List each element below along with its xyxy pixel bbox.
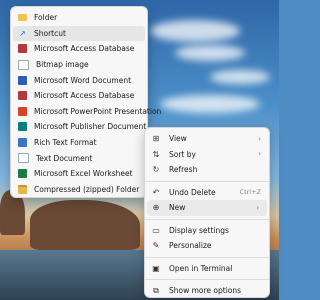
access-icon xyxy=(18,91,27,101)
display-settings-item[interactable]: ▭ Display settings xyxy=(145,223,269,239)
undo-shortcut: Ctrl+Z xyxy=(239,188,261,197)
chevron-right-icon: › xyxy=(258,134,261,143)
display-icon: ▭ xyxy=(152,225,160,235)
new-shortcut-item[interactable]: ↗ Shortcut xyxy=(13,25,145,42)
folder-icon xyxy=(18,14,27,22)
new-zip-folder-label: Compressed (zipped) Folder xyxy=(34,184,140,194)
access-icon xyxy=(18,44,27,54)
grid-icon: ⊞ xyxy=(152,134,160,144)
powerpoint-icon xyxy=(18,106,27,116)
new-text-document-item[interactable]: Text Document xyxy=(11,150,147,166)
new-rtf-label: Rich Text Format xyxy=(34,138,97,148)
new-submenu: Folder ↗ Shortcut Microsoft Access Datab… xyxy=(10,6,161,198)
new-excel-label: Microsoft Excel Worksheet xyxy=(34,169,133,179)
sort-icon: ⇅ xyxy=(152,149,160,159)
new-word-document-item[interactable]: Microsoft Word Document xyxy=(11,72,147,88)
new-access-database-item[interactable]: Microsoft Access Database xyxy=(11,41,147,57)
display-settings-label: Display settings xyxy=(169,225,229,235)
new-powerpoint-label: Microsoft PowerPoint Presentation xyxy=(34,106,162,116)
menu-divider xyxy=(145,218,269,220)
new-folder-item[interactable]: Folder xyxy=(11,10,147,26)
open-in-terminal-label: Open in Terminal xyxy=(169,263,233,273)
brush-icon: ✎ xyxy=(152,241,160,251)
terminal-icon: ▣ xyxy=(152,263,160,273)
word-icon xyxy=(18,75,27,85)
bitmap-icon xyxy=(18,59,29,70)
new-zip-folder-item[interactable]: Compressed (zipped) Folder xyxy=(11,182,147,198)
open-in-terminal-item[interactable]: ▣ Open in Terminal xyxy=(145,261,269,277)
shortcut-icon: ↗ xyxy=(19,28,26,38)
new-label: New xyxy=(169,203,186,213)
new-folder-label: Folder xyxy=(34,13,58,23)
new-powerpoint-item[interactable]: Microsoft PowerPoint Presentation xyxy=(11,104,161,120)
menu-divider xyxy=(145,279,269,280)
view-label: View xyxy=(169,134,187,144)
new-access-database-2-label: Microsoft Access Database xyxy=(34,91,135,101)
sort-by-label: Sort by xyxy=(169,149,196,159)
excel-icon xyxy=(18,169,27,179)
view-item[interactable]: ⊞ View › xyxy=(145,131,269,147)
new-access-database-2-item[interactable]: Microsoft Access Database xyxy=(11,88,147,104)
show-more-options-item[interactable]: ⧉ Show more options xyxy=(145,283,269,299)
new-rtf-item[interactable]: Rich Text Format xyxy=(11,135,147,151)
show-more-options-label: Show more options xyxy=(169,286,242,296)
rtf-icon xyxy=(18,138,27,148)
new-word-document-label: Microsoft Word Document xyxy=(34,75,132,85)
refresh-label: Refresh xyxy=(169,165,198,175)
menu-divider xyxy=(145,256,269,258)
menu-divider xyxy=(145,180,269,182)
personalize-label: Personalize xyxy=(169,241,212,251)
sort-by-item[interactable]: ⇅ Sort by › xyxy=(145,147,269,163)
undo-icon: ↶ xyxy=(152,187,160,197)
more-options-icon: ⧉ xyxy=(153,285,159,295)
refresh-item[interactable]: ↻ Refresh xyxy=(145,162,269,178)
new-text-document-label: Text Document xyxy=(36,153,93,163)
new-shortcut-label: Shortcut xyxy=(34,28,66,38)
text-icon xyxy=(18,153,29,164)
new-plus-icon: ⊕ xyxy=(152,203,160,213)
publisher-icon xyxy=(18,122,27,132)
new-excel-item[interactable]: Microsoft Excel Worksheet xyxy=(11,166,147,182)
new-publisher-item[interactable]: Microsoft Publisher Document xyxy=(11,119,147,135)
new-bitmap-item[interactable]: Bitmap image xyxy=(11,57,147,73)
new-bitmap-label: Bitmap image xyxy=(36,60,89,70)
new-access-database-label: Microsoft Access Database xyxy=(34,44,135,54)
chevron-right-icon: › xyxy=(256,203,259,212)
chevron-right-icon: › xyxy=(258,150,261,159)
desktop-context-menu: ⊞ View › ⇅ Sort by › ↻ Refresh ↶ Undo De… xyxy=(144,127,270,298)
new-item[interactable]: ⊕ New › xyxy=(147,200,267,216)
zip-folder-icon xyxy=(18,184,27,194)
undo-delete-item[interactable]: ↶ Undo Delete Ctrl+Z xyxy=(145,185,269,201)
new-publisher-label: Microsoft Publisher Document xyxy=(34,122,147,132)
undo-delete-label: Undo Delete xyxy=(169,187,216,197)
refresh-icon: ↻ xyxy=(152,165,160,175)
personalize-item[interactable]: ✎ Personalize xyxy=(145,238,269,254)
